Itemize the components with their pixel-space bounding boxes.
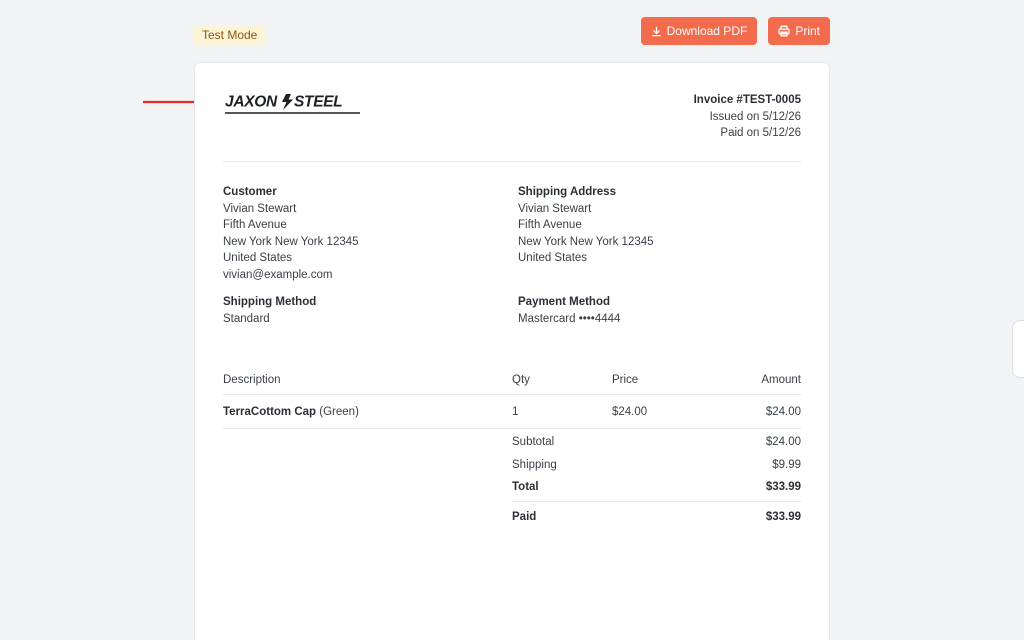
invoice-meta: Invoice #TEST-0005 Issued on 5/12/26 Pai… (694, 92, 801, 142)
item-description: TerraCottom Cap (Green) (223, 404, 359, 420)
customer-city: New York New York 12345 (223, 235, 359, 248)
invoice-actions: Download PDF Print (640, 17, 830, 45)
svg-text:STEEL: STEEL (294, 94, 342, 111)
item-price: $24.00 (612, 406, 648, 418)
item-amount: $24.00 (765, 406, 801, 418)
subtotal-label: Subtotal (512, 436, 555, 448)
item-qty: 1 (512, 406, 519, 418)
total-label: Total (512, 481, 539, 493)
invoice-card: JAXON STEEL Invoice #TEST-0005 Issued on… (194, 62, 830, 640)
shipping-address-heading: Shipping Address (518, 186, 616, 198)
payment-method-block: Payment Method Mastercard ••••4444 (518, 294, 620, 327)
header-divider (223, 161, 801, 162)
line-items-table: Description Qty Price Amount TerraCottom… (223, 372, 801, 429)
paid-value: $33.99 (765, 510, 801, 523)
invoice-number: Invoice #TEST-0005 (693, 94, 801, 106)
item-name: TerraCottom Cap (223, 406, 317, 418)
item-variant: (Green) (316, 406, 359, 418)
table-row: TerraCottom Cap (Green) 1 $24.00 $24.00 (223, 395, 801, 429)
print-button[interactable]: Print (768, 17, 830, 45)
payment-method-value: Mastercard ••••4444 (518, 312, 621, 325)
printer-icon (778, 25, 790, 37)
subtotal-row: Subtotal $24.00 (512, 434, 801, 457)
shipping-street: Fifth Avenue (518, 219, 582, 231)
shipping-value: $9.99 (772, 458, 801, 471)
shipping-name: Vivian Stewart (518, 202, 592, 215)
subtotal-value: $24.00 (765, 436, 801, 448)
shipping-method-value: Standard (223, 312, 270, 325)
customer-heading: Customer (223, 186, 277, 198)
paid-label: Paid (512, 510, 537, 523)
customer-email: vivian@example.com (223, 268, 333, 281)
shipping-address-block: Shipping Address Vivian Stewart Fifth Av… (518, 184, 654, 267)
issued-date: Issued on 5/12/26 (709, 110, 801, 123)
shipping-country: United States (518, 252, 588, 264)
paid-row: Paid $33.99 (512, 509, 801, 532)
shipping-method-heading: Shipping Method (223, 296, 317, 308)
col-description: Description (223, 374, 281, 386)
total-row: Total $33.99 (512, 479, 801, 502)
download-pdf-button[interactable]: Download PDF (640, 17, 758, 45)
shipping-city: New York New York 12345 (518, 235, 654, 248)
col-amount: Amount (761, 374, 801, 386)
customer-street: Fifth Avenue (223, 219, 287, 231)
svg-text:JAXON: JAXON (225, 94, 278, 111)
payment-method-heading: Payment Method (518, 296, 611, 308)
customer-block: Customer Vivian Stewart Fifth Avenue New… (223, 184, 359, 283)
total-value: $33.99 (765, 481, 801, 493)
download-pdf-label: Download PDF (666, 24, 748, 38)
print-label: Print (795, 24, 820, 38)
paid-date: Paid on 5/12/26 (720, 127, 801, 139)
side-panel-handle[interactable] (1012, 320, 1024, 378)
col-qty: Qty (512, 374, 530, 386)
download-icon (651, 26, 662, 37)
invoice-page: Test Mode Download PDF Print JAXON STEEL… (0, 0, 1024, 640)
jaxon-steel-logo: JAXON STEEL (224, 91, 361, 117)
test-mode-badge: Test Mode (194, 25, 266, 45)
totals-section: Subtotal $24.00 Shipping $9.99 Total $33… (512, 434, 801, 531)
shipping-row: Shipping $9.99 (512, 457, 801, 480)
table-header-row: Description Qty Price Amount (223, 372, 801, 395)
shipping-method-block: Shipping Method Standard (223, 294, 316, 327)
shipping-label: Shipping (512, 458, 557, 471)
customer-country: United States (223, 252, 293, 264)
col-price: Price (612, 374, 639, 386)
customer-name: Vivian Stewart (223, 202, 297, 215)
